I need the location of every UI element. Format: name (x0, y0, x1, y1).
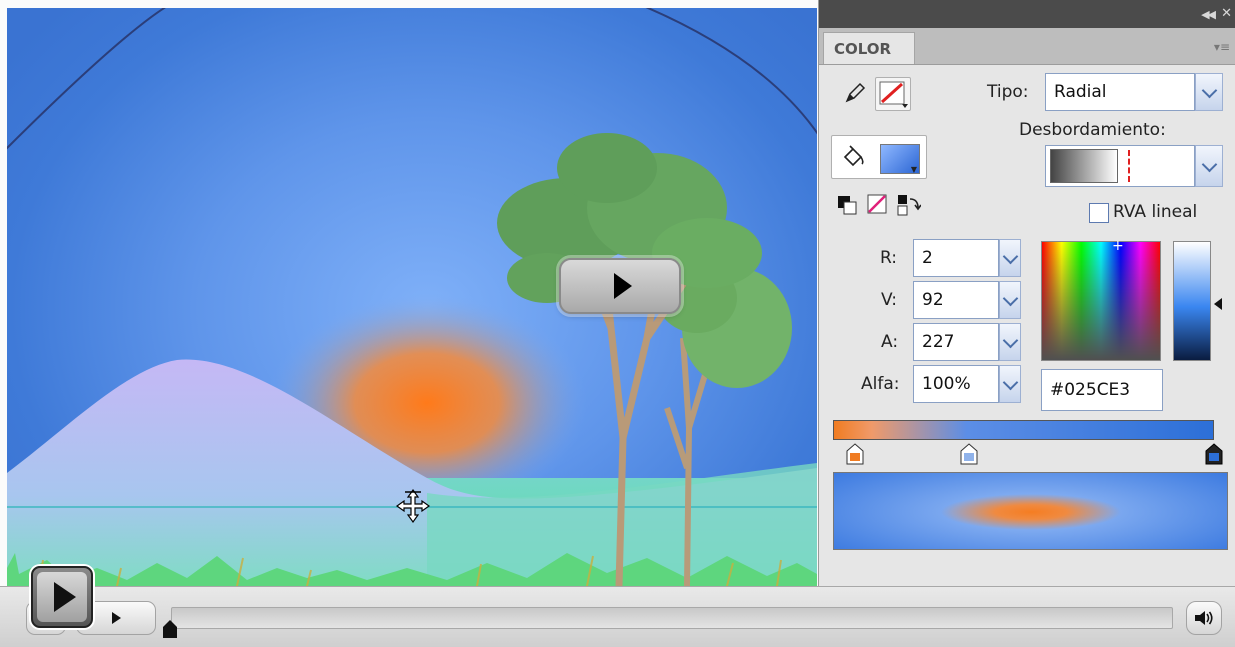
panel-menu-icon[interactable]: ▾≡ (1214, 40, 1230, 54)
paint-bucket-icon (843, 145, 864, 167)
tipo-select[interactable]: Radial (1045, 73, 1195, 111)
speaker-icon (1195, 611, 1213, 625)
gradient-stop-lightblue[interactable] (959, 443, 979, 465)
gradient-bar[interactable] (833, 420, 1214, 440)
alpha-stepper[interactable] (999, 365, 1021, 403)
pencil-icon (845, 82, 866, 103)
green-stepper[interactable] (999, 281, 1021, 319)
red-input[interactable]: 2 (913, 239, 999, 277)
panel-tab-row: COLOR ▾≡ (819, 28, 1235, 65)
stage-canvas[interactable] (7, 8, 817, 586)
gradient-stop-blue[interactable] (1204, 443, 1224, 465)
fill-color-group[interactable]: ▼ (831, 135, 927, 179)
green-label: V: (881, 290, 897, 310)
blue-stepper[interactable] (999, 323, 1021, 361)
brightness-handle[interactable] (1214, 298, 1222, 310)
guide-arc-right (645, 8, 817, 135)
big-play-button[interactable] (31, 566, 93, 628)
green-input[interactable]: 92 (913, 281, 999, 319)
blue-label: A: (881, 332, 899, 352)
seek-handle[interactable] (162, 619, 178, 639)
alpha-input[interactable]: 100% (913, 365, 999, 403)
play-icon (54, 582, 76, 612)
no-color-icon (879, 81, 908, 108)
linear-rgb-checkbox[interactable] (1089, 203, 1109, 223)
tab-color[interactable]: COLOR (823, 32, 915, 64)
blue-input[interactable]: 227 (913, 323, 999, 361)
overflow-select[interactable] (1045, 145, 1195, 187)
playback-bar (0, 586, 1235, 647)
fill-color-swatch[interactable]: ▼ (880, 144, 920, 174)
close-icon[interactable]: ✕ (1221, 6, 1232, 21)
play-icon (614, 273, 632, 299)
spectrum-crosshair: + (1112, 238, 1124, 254)
panel-titlebar: ◀◀ ✕ (819, 0, 1235, 28)
hex-input[interactable]: #025CE3 (1041, 369, 1163, 411)
color-spectrum[interactable]: + (1041, 238, 1161, 361)
play-icon (111, 612, 121, 624)
brightness-slider[interactable] (1173, 241, 1211, 361)
chevron-down-icon (1201, 156, 1217, 172)
linear-rgb-label: RVA lineal (1113, 202, 1198, 222)
panel-body: ▼ Tipo: Radial Desbordamiento: RVA linea… (819, 65, 1235, 586)
color-panel: ◀◀ ✕ COLOR ▾≡ ▼ Tipo: Radial Desbordamie… (818, 0, 1235, 586)
overflow-preview (1050, 149, 1118, 183)
overflow-label: Desbordamiento: (1019, 120, 1166, 140)
volume-button[interactable] (1186, 601, 1222, 635)
gradient-preview (833, 472, 1228, 550)
application-window: ◀◀ ✕ COLOR ▾≡ ▼ Tipo: Radial Desbordamie… (0, 0, 1235, 647)
red-label: R: (880, 248, 898, 268)
stage-play-button[interactable] (559, 258, 681, 314)
overflow-dropdown-button[interactable] (1195, 145, 1223, 187)
guide-arc-left (7, 8, 167, 150)
tipo-label: Tipo: (987, 82, 1029, 102)
collapse-icon[interactable]: ◀◀ (1201, 8, 1216, 21)
chevron-down-icon (1201, 82, 1217, 98)
seek-track[interactable] (171, 607, 1173, 629)
move-cursor-icon (395, 488, 431, 524)
stroke-color-swatch[interactable] (875, 77, 911, 111)
no-color-icon[interactable] (867, 194, 887, 214)
gradient-stop-orange[interactable] (845, 443, 865, 465)
tipo-dropdown-button[interactable] (1195, 73, 1223, 111)
red-stepper[interactable] (999, 239, 1021, 277)
swap-colors-icon[interactable] (897, 194, 921, 216)
alpha-label: Alfa: (861, 374, 900, 394)
black-white-swatch-icon[interactable] (837, 195, 857, 215)
